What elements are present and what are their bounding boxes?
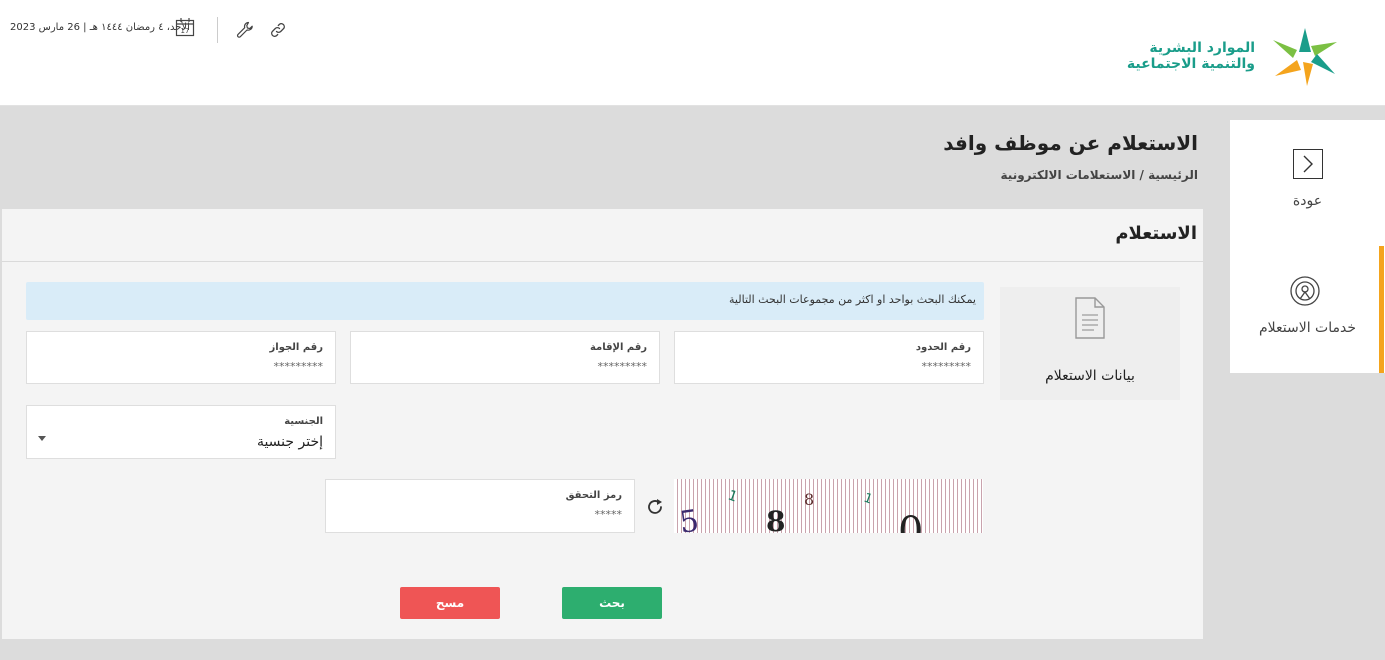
search-button[interactable]: بحث [562, 587, 662, 619]
passport-number-field[interactable]: رقم الجواز [26, 331, 336, 384]
captcha-label: رمز التحقق [565, 490, 622, 501]
wrench-icon[interactable] [235, 20, 255, 40]
border-number-input[interactable] [691, 360, 971, 373]
svg-text:5: 5 [677, 503, 701, 533]
passport-number-label: رقم الجواز [269, 342, 323, 353]
header-divider [217, 17, 218, 43]
calendar-day: 17 [181, 27, 190, 35]
svg-text:8: 8 [766, 505, 785, 533]
link-icon[interactable] [268, 20, 288, 40]
current-date: الأحد، ٤ رمضان ١٤٤٤ هـ | 26 مارس 2023 [10, 22, 190, 33]
captcha-input[interactable] [342, 508, 622, 521]
info-text: يمكنك البحث بواحد او اكثر من مجموعات الب… [729, 293, 976, 306]
sidebar-item-inquiry-services[interactable]: خدمات الاستعلام [1230, 320, 1385, 336]
inquiry-data-label: بيانات الاستعلام [1045, 368, 1135, 384]
top-header: الموارد البشرية والتنمية الاجتماعية الأح… [0, 0, 1385, 106]
svg-text:1: 1 [862, 491, 875, 508]
iqama-number-label: رقم الإقامة [589, 342, 647, 353]
back-label[interactable]: عودة [1230, 193, 1385, 209]
page-title: الاستعلام عن موظف وافد [943, 131, 1198, 155]
border-number-field[interactable]: رقم الحدود [674, 331, 984, 384]
broadcast-icon[interactable] [1289, 276, 1321, 308]
nationality-label: الجنسية [284, 416, 323, 427]
svg-text:0: 0 [898, 509, 923, 533]
back-button[interactable] [1293, 149, 1323, 179]
document-icon [1075, 297, 1105, 339]
svg-text:1: 1 [726, 487, 740, 505]
refresh-icon[interactable] [645, 497, 665, 517]
nationality-selected-value: إختر جنسية [256, 434, 323, 450]
border-number-label: رقم الحدود [915, 342, 971, 353]
caret-down-icon [38, 436, 46, 441]
breadcrumb[interactable]: الرئيسية / الاستعلامات الالكترونية [1001, 168, 1198, 182]
chevron-right-icon [1303, 155, 1313, 173]
active-indicator [1379, 246, 1384, 373]
info-banner: يمكنك البحث بواحد او اكثر من مجموعات الب… [26, 282, 984, 320]
captcha-field[interactable]: رمز التحقق [325, 479, 635, 533]
ministry-emblem-icon [1273, 28, 1337, 86]
clear-button[interactable]: مسح [400, 587, 500, 619]
captcha-image: 5 1 8 8 1 0 [674, 479, 983, 533]
ministry-name: الموارد البشرية والتنمية الاجتماعية [1127, 40, 1255, 72]
iqama-number-input[interactable] [367, 360, 647, 373]
card-title: الاستعلام [1115, 223, 1197, 244]
passport-number-input[interactable] [43, 360, 323, 373]
ministry-name-line1: الموارد البشرية [1149, 40, 1255, 56]
nationality-select[interactable]: الجنسية إختر جنسية [26, 405, 336, 459]
calendar-icon: 17 [175, 18, 195, 37]
svg-text:8: 8 [804, 490, 814, 509]
iqama-number-field[interactable]: رقم الإقامة [350, 331, 660, 384]
ministry-name-line2: والتنمية الاجتماعية [1126, 56, 1255, 72]
captcha-glyphs: 5 1 8 8 1 0 [677, 487, 923, 533]
ministry-logo[interactable]: الموارد البشرية والتنمية الاجتماعية [1127, 24, 1345, 88]
card-divider [2, 261, 1203, 262]
